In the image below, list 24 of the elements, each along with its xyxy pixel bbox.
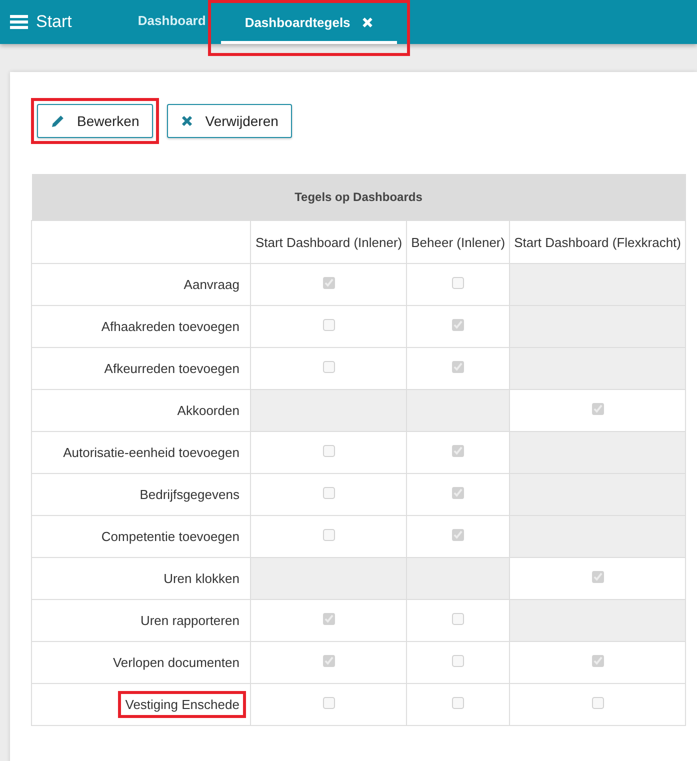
- table-title: Tegels op Dashboards: [32, 174, 686, 220]
- column-header: Beheer (Inlener): [406, 220, 510, 264]
- row-label: Afkeurreden toevoegen: [103, 360, 240, 378]
- tab[interactable]: Dashboardtegels: [220, 3, 398, 44]
- highlighted-row-label: Vestiging Enschede: [118, 691, 246, 718]
- column-header: Start Dashboard (Flexkracht): [510, 220, 686, 264]
- menu-icon: [10, 15, 28, 29]
- row-label: Akkoorden: [176, 402, 240, 420]
- row-label: Competentie toevoegen: [100, 528, 240, 546]
- row-label: Uren klokken: [162, 570, 240, 588]
- row-label: Aanvraag: [182, 276, 240, 294]
- tab[interactable]: Dashboard: [124, 0, 220, 44]
- column-header: Start Dashboard (Inlener): [250, 220, 407, 264]
- row-label: Autorisatie-eenheid toevoegen: [62, 444, 240, 462]
- close-icon: [181, 115, 194, 127]
- delete-button[interactable]: Verwijderen: [167, 104, 292, 138]
- start-menu-button[interactable]: Start: [0, 0, 84, 44]
- row-label: Verlopen documenten: [112, 654, 240, 672]
- row-label: Uren rapporteren: [139, 612, 240, 630]
- pencil-icon: [51, 114, 65, 128]
- edit-button[interactable]: Bewerken: [37, 104, 154, 138]
- close-icon[interactable]: [362, 16, 374, 28]
- row-label: Bedrijfsgegevens: [138, 486, 240, 504]
- row-label: Afhaakreden toevoegen: [100, 318, 240, 336]
